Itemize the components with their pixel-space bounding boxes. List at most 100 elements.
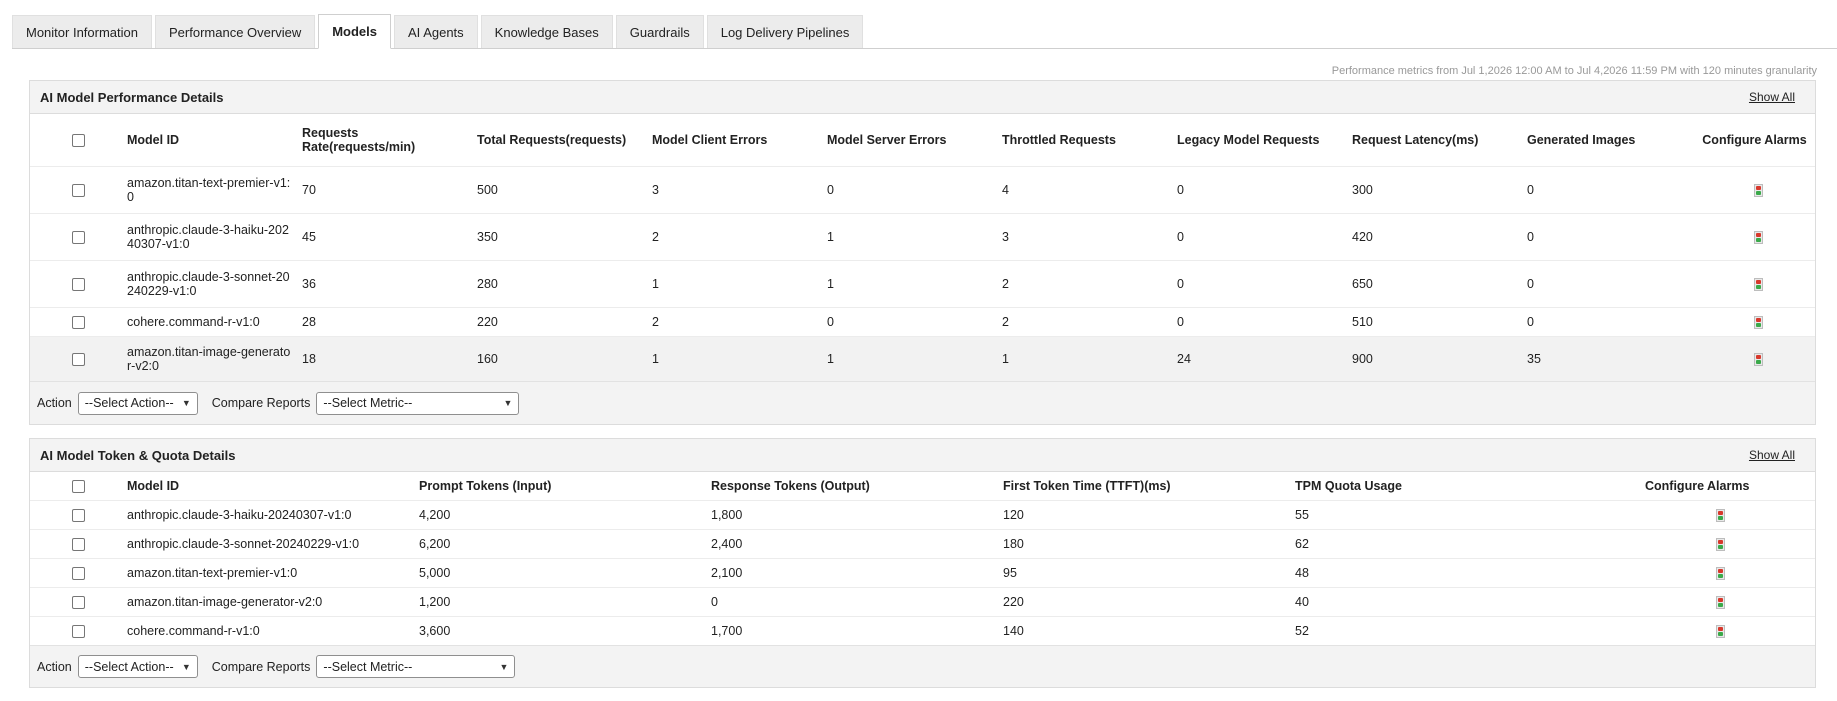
row-checkbox[interactable]: [72, 624, 85, 638]
chevron-down-icon: ▼: [181, 661, 191, 672]
table-cell: 140: [1003, 615, 1295, 645]
row-checkbox[interactable]: [72, 230, 85, 244]
alarm-config-icon[interactable]: [1754, 230, 1763, 244]
compare-metric-select[interactable]: --Select Metric-- ▼: [316, 655, 516, 678]
model-id-cell: cohere.command-r-v1:0: [127, 615, 419, 645]
model-id-cell: amazon.titan-text-premier-v1:0: [127, 165, 302, 213]
table-cell: 0: [711, 586, 1003, 616]
row-checkbox[interactable]: [72, 352, 85, 366]
tab-ai-agents[interactable]: AI Agents: [394, 15, 478, 48]
alarm-config-icon[interactable]: [1754, 277, 1763, 291]
table-cell: 28: [302, 306, 477, 336]
table-cell: 36: [302, 259, 477, 307]
table-cell: 4,200: [419, 499, 711, 529]
table-cell: 18: [302, 335, 477, 381]
tab-bar: Monitor Information Performance Overview…: [12, 14, 1837, 49]
chevron-down-icon: ▼: [181, 398, 191, 408]
table-cell: 0: [1527, 212, 1702, 260]
model-id-cell: anthropic.claude-3-sonnet-20240229-v1:0: [127, 528, 419, 558]
select-all-checkbox[interactable]: [72, 133, 85, 147]
table-row: anthropic.claude-3-haiku-20240307-v1:0 4…: [30, 212, 1815, 260]
row-checkbox[interactable]: [72, 537, 85, 551]
select-all-checkbox[interactable]: [72, 479, 85, 493]
table-cell: 0: [827, 165, 1002, 213]
tab-guardrails[interactable]: Guardrails: [615, 15, 704, 48]
action-label: Action: [37, 659, 72, 674]
token-action-bar: Action --Select Action-- ▼ Compare Repor…: [30, 645, 1815, 687]
alarm-config-icon[interactable]: [1716, 566, 1725, 580]
compare-reports-label: Compare Reports: [211, 659, 311, 674]
performance-show-all-link[interactable]: Show All: [1749, 90, 1795, 104]
table-cell: 1: [1002, 335, 1177, 381]
model-id-cell: anthropic.claude-3-haiku-20240307-v1:0: [127, 212, 302, 260]
table-cell: 40: [1295, 586, 1565, 616]
model-id-cell: anthropic.claude-3-haiku-20240307-v1:0: [127, 499, 419, 529]
table-cell: 1: [827, 335, 1002, 381]
token-header-row: Model ID Prompt Tokens (Input) Response …: [30, 472, 1815, 500]
token-show-all-link[interactable]: Show All: [1749, 448, 1795, 462]
column-header: Configure Alarms: [1645, 478, 1750, 493]
column-header: Model ID: [127, 478, 180, 493]
tab-knowledge-bases[interactable]: Knowledge Bases: [480, 15, 613, 48]
table-cell: 280: [477, 259, 652, 307]
row-checkbox[interactable]: [72, 566, 85, 580]
performance-panel-title: AI Model Performance Details: [40, 89, 224, 105]
performance-action-bar: Action --Select Action-- ▼ Compare Repor…: [30, 381, 1815, 424]
table-cell: 0: [1527, 259, 1702, 307]
table-cell: 2,400: [711, 528, 1003, 558]
column-header: Throttled Requests: [1002, 132, 1116, 147]
alarm-config-icon[interactable]: [1716, 624, 1725, 638]
column-header: Model ID: [127, 132, 180, 147]
tab-log-delivery-pipelines[interactable]: Log Delivery Pipelines: [706, 15, 864, 48]
table-cell: 0: [1177, 212, 1352, 260]
table-cell: 5,000: [419, 557, 711, 587]
column-header: First Token Time (TTFT)(ms): [1003, 478, 1171, 493]
table-cell: 420: [1352, 212, 1527, 260]
table-cell: 1,200: [419, 586, 711, 616]
alarm-config-icon[interactable]: [1754, 352, 1763, 366]
table-cell: 6,200: [419, 528, 711, 558]
table-cell: 1: [652, 335, 827, 381]
column-header: Total Requests(requests): [477, 132, 627, 147]
compare-metric-select[interactable]: --Select Metric-- ▼: [316, 391, 520, 415]
table-cell: 1: [827, 212, 1002, 260]
model-id-cell: amazon.titan-image-generator-v2:0: [127, 335, 302, 381]
table-cell: 2: [1002, 259, 1177, 307]
alarm-config-icon[interactable]: [1754, 315, 1763, 329]
alarm-config-icon[interactable]: [1716, 508, 1725, 522]
table-cell: 3: [652, 165, 827, 213]
column-header: TPM Quota Usage: [1295, 478, 1402, 493]
tab-monitor-information[interactable]: Monitor Information: [12, 15, 152, 48]
table-cell: 0: [1177, 259, 1352, 307]
action-select-value: --Select Action--: [84, 396, 174, 410]
action-select-value: --Select Action--: [84, 659, 174, 674]
table-cell: 220: [477, 306, 652, 336]
table-cell: 350: [477, 212, 652, 260]
row-checkbox[interactable]: [72, 277, 85, 291]
model-id-cell: anthropic.claude-3-sonnet-20240229-v1:0: [127, 259, 302, 307]
tab-models[interactable]: Models: [318, 14, 392, 49]
tab-performance-overview[interactable]: Performance Overview: [155, 15, 316, 48]
column-header: Model Client Errors: [652, 132, 768, 147]
table-row: amazon.titan-text-premier-v1:0 70 500 3 …: [30, 165, 1815, 213]
action-select[interactable]: --Select Action-- ▼: [77, 391, 198, 415]
table-cell: 120: [1003, 499, 1295, 529]
column-header: Response Tokens (Output): [711, 478, 870, 493]
table-cell: 0: [827, 306, 1002, 336]
alarm-config-icon[interactable]: [1716, 595, 1725, 609]
column-header: Model Server Errors: [827, 132, 947, 147]
table-cell: 24: [1177, 335, 1352, 381]
row-checkbox[interactable]: [72, 315, 85, 329]
row-checkbox[interactable]: [72, 183, 85, 197]
row-checkbox[interactable]: [72, 508, 85, 522]
model-id-cell: amazon.titan-image-generator-v2:0: [127, 586, 419, 616]
row-checkbox[interactable]: [72, 595, 85, 609]
alarm-config-icon[interactable]: [1716, 537, 1725, 551]
alarm-config-icon[interactable]: [1754, 183, 1763, 197]
token-panel-header: AI Model Token & Quota Details Show All: [30, 439, 1815, 472]
table-row: amazon.titan-image-generator-v2:0 1,200 …: [30, 586, 1815, 616]
compare-reports-label: Compare Reports: [211, 396, 311, 410]
action-select[interactable]: --Select Action-- ▼: [77, 655, 198, 678]
table-cell: 70: [302, 165, 477, 213]
table-cell: 650: [1352, 259, 1527, 307]
